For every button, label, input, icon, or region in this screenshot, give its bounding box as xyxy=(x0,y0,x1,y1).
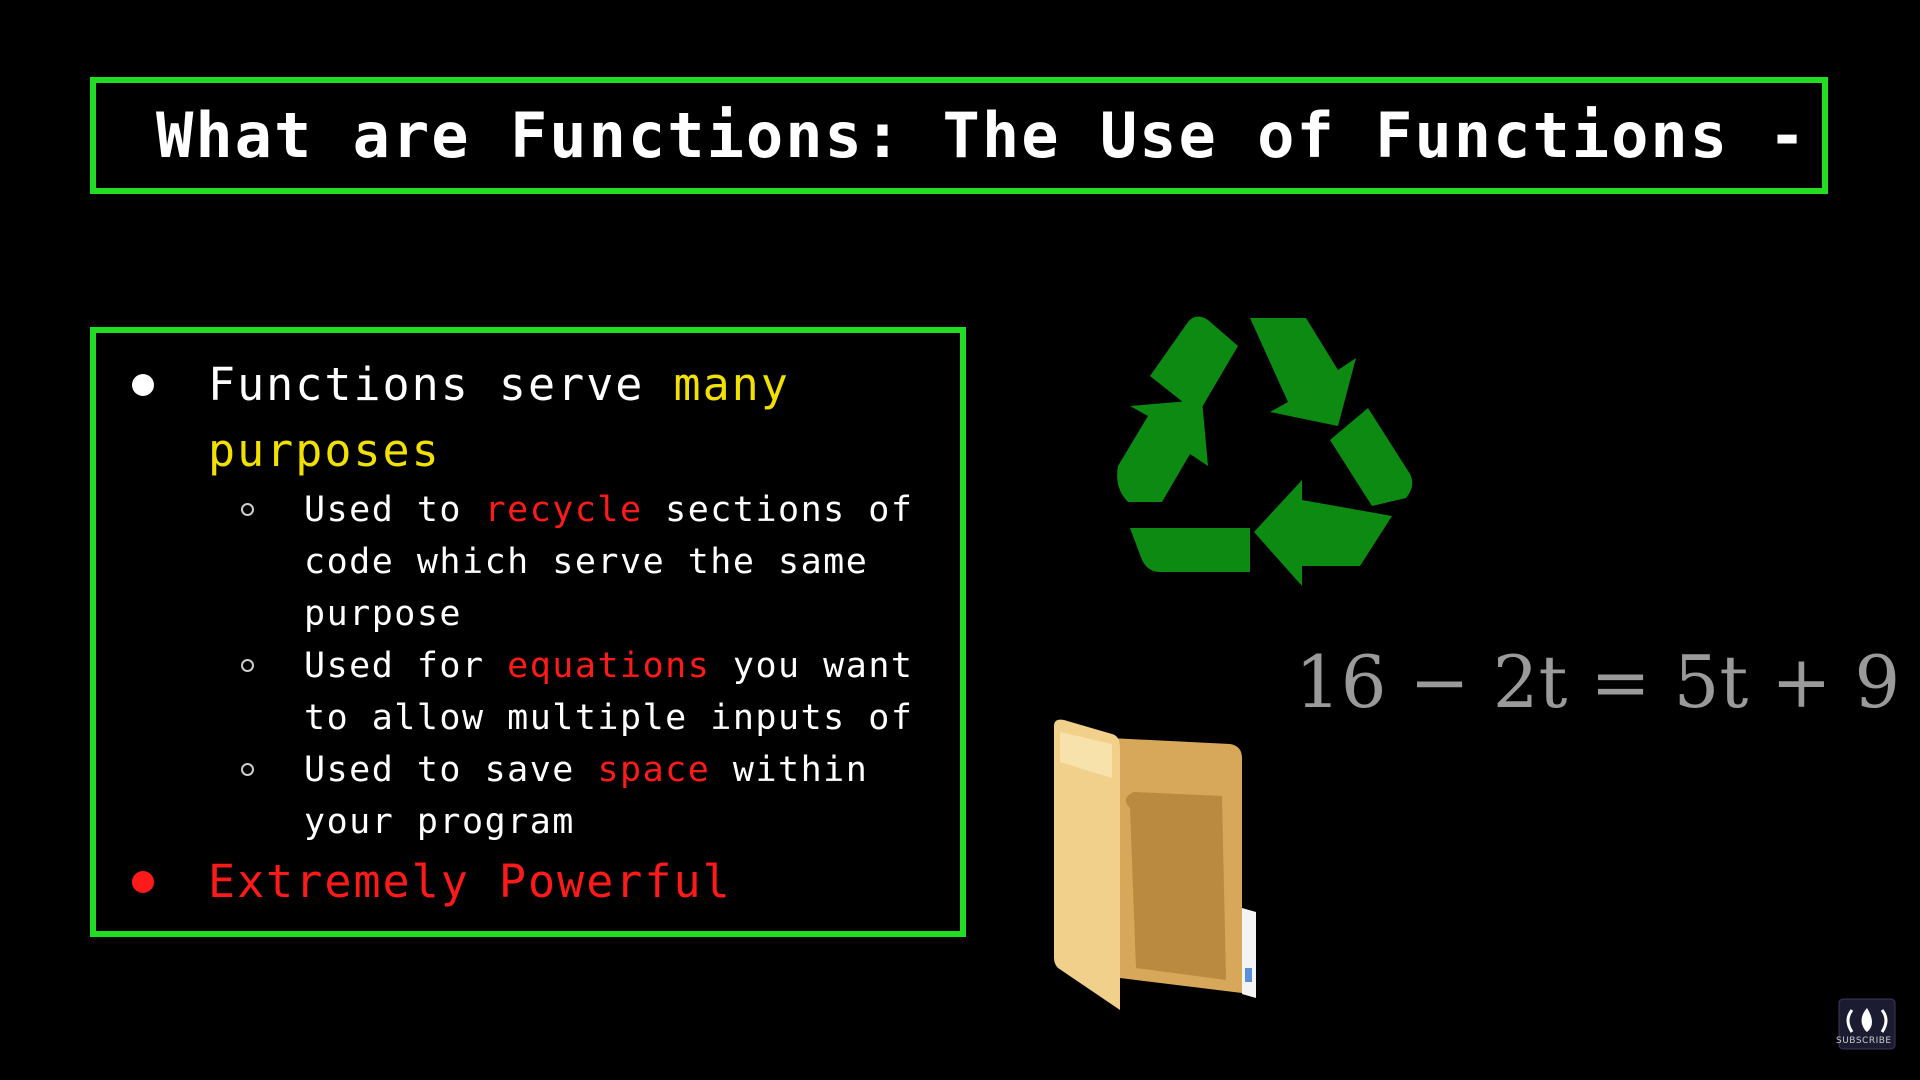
highlight-equations: equations xyxy=(507,646,711,686)
sub-bullet-circle xyxy=(241,503,254,516)
sub-bullet-space: Used to save space within xyxy=(304,744,868,796)
sub-bullet-recycle: Used to recycle sections of xyxy=(304,484,913,536)
sub-text-line: code which serve the same xyxy=(304,542,869,582)
highlight-purposes: purposes xyxy=(208,424,441,477)
recycle-arrow-segment xyxy=(1130,528,1250,572)
sub-text-line: purpose xyxy=(304,594,463,634)
subscribe-label[interactable]: SUBSCRIBE xyxy=(1836,1036,1892,1046)
sub-text: Used to xyxy=(304,490,485,530)
folder-inner xyxy=(1125,792,1226,980)
slide-title: What are Functions: The Use of Functions… xyxy=(156,99,1808,172)
content-box: Functions serve many purposes Used to re… xyxy=(90,327,966,937)
sub-bullet-circle xyxy=(241,763,254,776)
sub-bullet-circle xyxy=(241,659,254,672)
sub-text: sections of xyxy=(642,490,914,530)
bullet-dot-red xyxy=(132,871,154,893)
recycle-arrow-head xyxy=(1117,400,1208,502)
bullet-text: Functions serve xyxy=(208,358,674,411)
highlight-recycle: recycle xyxy=(484,490,643,530)
sub-text: within xyxy=(710,750,869,790)
sub-text-line: your program xyxy=(304,802,575,842)
sub-text-line: to allow multiple inputs of xyxy=(304,698,914,738)
recycle-icon xyxy=(1117,316,1413,586)
bullet-extremely-powerful: Extremely Powerful xyxy=(208,855,732,908)
equation: 16 − 2t = 5t + 9 xyxy=(1295,640,1901,724)
title-box: What are Functions: The Use of Functions… xyxy=(90,77,1828,194)
recycle-arrow-segment xyxy=(1330,408,1413,506)
highlight-space: space xyxy=(597,750,711,790)
bullet-functions-serve: Functions serve many xyxy=(208,352,790,418)
recycle-arrow-head xyxy=(1250,318,1356,426)
sub-text: you want xyxy=(710,646,914,686)
highlight-many: many xyxy=(673,358,790,411)
sub-bullet-equations: Used for equations you want xyxy=(304,640,913,692)
folder-page xyxy=(1242,908,1256,998)
folder-icon xyxy=(1054,719,1256,1010)
recycle-arrow-segment xyxy=(1150,316,1238,414)
sub-text: Used for xyxy=(304,646,508,686)
bullet-dot-white xyxy=(132,374,154,396)
sub-text: Used to save xyxy=(304,750,598,790)
